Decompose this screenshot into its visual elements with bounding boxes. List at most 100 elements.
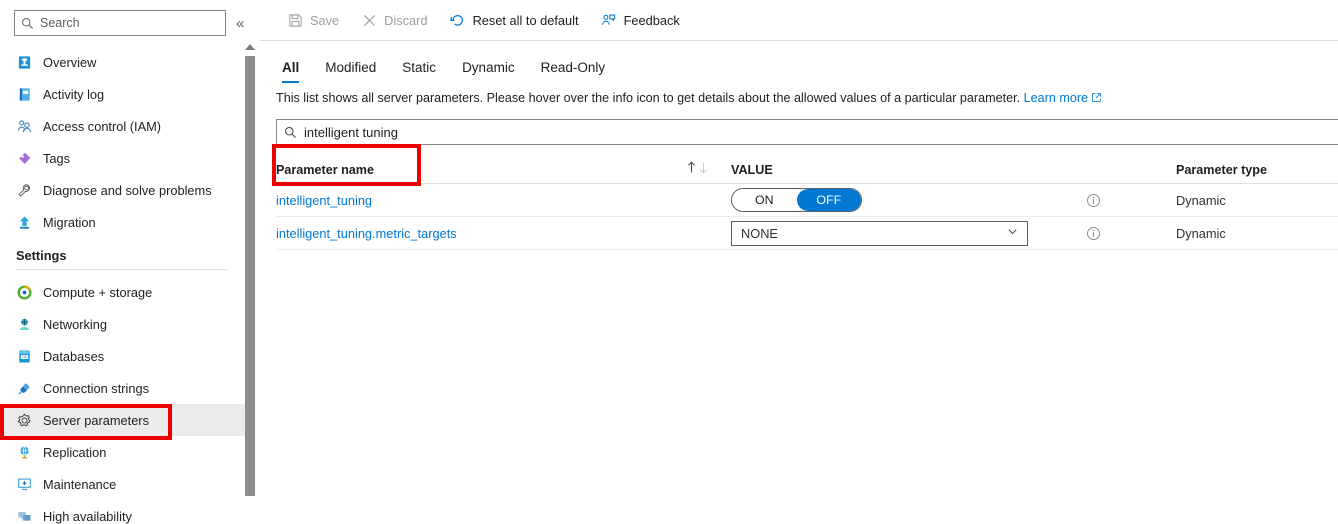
activity-log-icon bbox=[16, 86, 32, 102]
discard-label: Discard bbox=[384, 12, 428, 28]
feedback-icon bbox=[601, 12, 617, 28]
wrench-icon bbox=[16, 182, 32, 198]
header-parameter-name[interactable]: Parameter name bbox=[276, 163, 686, 177]
parameter-filter-tabs: All Modified Static Dynamic Read-Only bbox=[259, 41, 1338, 83]
sidebar-search-input[interactable]: Search bbox=[14, 10, 226, 36]
collapse-sidebar-icon[interactable]: « bbox=[236, 16, 244, 31]
parameter-type-cell: Dynamic bbox=[1176, 225, 1226, 241]
connection-strings-icon bbox=[16, 380, 32, 396]
parameter-value-cell: NONE bbox=[731, 220, 1076, 246]
toggle-option-on[interactable]: ON bbox=[732, 189, 797, 211]
search-icon bbox=[21, 17, 34, 30]
sort-toggle[interactable] bbox=[686, 161, 731, 179]
sidebar-item-label: Compute + storage bbox=[43, 284, 153, 300]
sidebar-item-label: Connection strings bbox=[43, 380, 149, 396]
external-link-icon bbox=[1091, 92, 1102, 106]
sidebar-item-networking[interactable]: Networking bbox=[0, 308, 259, 340]
sidebar-scrollbar[interactable] bbox=[245, 44, 255, 524]
sidebar-item-activity-log[interactable]: Activity log bbox=[0, 78, 259, 110]
chevron-down-icon[interactable] bbox=[1006, 225, 1019, 241]
access-control-icon bbox=[16, 118, 32, 134]
svg-text:DB: DB bbox=[22, 355, 26, 359]
maintenance-icon bbox=[16, 476, 32, 492]
sidebar-item-label: Migration bbox=[43, 214, 96, 230]
learn-more-link[interactable]: Learn more bbox=[1024, 91, 1088, 105]
discard-button[interactable]: Discard bbox=[350, 6, 438, 34]
sidebar-item-connection-strings[interactable]: Connection strings bbox=[0, 372, 259, 404]
scrollbar-thumb[interactable] bbox=[245, 56, 255, 496]
main-content: Save Discard Reset all to default Feedba… bbox=[259, 0, 1338, 524]
search-icon bbox=[284, 126, 297, 139]
feedback-button[interactable]: Feedback bbox=[590, 6, 691, 34]
command-toolbar: Save Discard Reset all to default Feedba… bbox=[259, 0, 1338, 41]
sidebar-item-replication[interactable]: Replication bbox=[0, 436, 259, 468]
scroll-up-arrow-icon[interactable] bbox=[245, 44, 255, 50]
sidebar-item-maintenance[interactable]: Maintenance bbox=[0, 468, 259, 500]
sort-descending-icon[interactable] bbox=[698, 161, 709, 179]
dropdown-selected-value: NONE bbox=[741, 225, 778, 241]
tab-static[interactable]: Static bbox=[389, 60, 449, 83]
sidebar-nav-list: Overview Activity log Access control (IA… bbox=[0, 44, 259, 524]
replication-globe-icon bbox=[16, 444, 32, 460]
reset-all-to-default-button[interactable]: Reset all to default bbox=[439, 6, 590, 34]
parameter-name-cell: intelligent_tuning.metric_targets bbox=[276, 226, 686, 241]
resource-sidebar: Search « Overview Activity log Access co… bbox=[0, 0, 259, 524]
sidebar-item-server-parameters[interactable]: Server parameters bbox=[0, 404, 247, 436]
sidebar-item-label: Databases bbox=[43, 348, 105, 364]
filter-row: intelligent tuning bbox=[259, 119, 1338, 145]
tab-read-only[interactable]: Read-Only bbox=[528, 60, 619, 83]
database-overview-icon bbox=[16, 54, 32, 70]
parameter-name-cell: intelligent_tuning bbox=[276, 193, 686, 208]
header-parameter-type[interactable]: Parameter type bbox=[1176, 163, 1338, 177]
parameter-name-link[interactable]: intelligent_tuning bbox=[276, 193, 372, 208]
parameter-info-cell bbox=[1076, 193, 1176, 208]
sidebar-item-overview[interactable]: Overview bbox=[0, 46, 259, 78]
parameter-search-value: intelligent tuning bbox=[304, 124, 398, 140]
sort-ascending-icon[interactable] bbox=[686, 161, 697, 179]
save-icon bbox=[287, 12, 303, 28]
networking-icon bbox=[16, 316, 32, 332]
sidebar-item-label: Maintenance bbox=[43, 476, 117, 492]
migration-icon bbox=[16, 214, 32, 230]
compute-storage-icon bbox=[16, 284, 32, 300]
sidebar-item-diagnose-and-solve-problems[interactable]: Diagnose and solve problems bbox=[0, 174, 259, 206]
sidebar-item-migration[interactable]: Migration bbox=[0, 206, 259, 238]
sidebar-item-label: Tags bbox=[43, 150, 71, 166]
info-icon[interactable] bbox=[1086, 193, 1101, 208]
sidebar-item-databases[interactable]: DB Databases bbox=[0, 340, 259, 372]
sidebar-item-label: Server parameters bbox=[43, 412, 149, 428]
sidebar-item-label: High availability bbox=[43, 508, 132, 524]
header-value[interactable]: VALUE bbox=[731, 163, 1076, 177]
sidebar-item-label: Diagnose and solve problems bbox=[43, 182, 212, 198]
feedback-label: Feedback bbox=[623, 12, 680, 28]
toggle-option-off[interactable]: OFF bbox=[796, 189, 861, 211]
reset-icon bbox=[450, 12, 466, 28]
table-row: intelligent_tuning.metric_targets NONE D… bbox=[276, 217, 1338, 250]
sidebar-item-compute-storage[interactable]: Compute + storage bbox=[0, 276, 259, 308]
intelligent-tuning-toggle[interactable]: ON OFF bbox=[731, 188, 862, 212]
metric-targets-dropdown[interactable]: NONE bbox=[731, 220, 1028, 246]
parameter-search-input[interactable]: intelligent tuning bbox=[276, 119, 1338, 145]
sidebar-item-label: Activity log bbox=[43, 86, 105, 102]
server-parameters-table: Parameter name VALUE Parameter type inte… bbox=[259, 157, 1338, 250]
parameter-type-cell: Dynamic bbox=[1176, 192, 1226, 208]
sidebar-item-label: Networking bbox=[43, 316, 108, 332]
tab-modified[interactable]: Modified bbox=[312, 60, 389, 83]
reset-label: Reset all to default bbox=[472, 12, 579, 28]
parameter-info-cell bbox=[1076, 226, 1176, 241]
sidebar-item-high-availability[interactable]: High availability bbox=[0, 500, 259, 524]
tab-dynamic[interactable]: Dynamic bbox=[449, 60, 528, 83]
sidebar-group-title-settings: Settings bbox=[16, 248, 67, 263]
save-label: Save bbox=[310, 12, 340, 28]
sidebar-search-placeholder: Search bbox=[40, 15, 80, 30]
parameter-value-cell: ON OFF bbox=[731, 188, 1076, 212]
info-icon[interactable] bbox=[1086, 226, 1101, 241]
sidebar-item-tags[interactable]: Tags bbox=[0, 142, 259, 174]
tab-all[interactable]: All bbox=[276, 60, 312, 83]
parameter-name-link[interactable]: intelligent_tuning.metric_targets bbox=[276, 226, 457, 241]
sidebar-search-row: Search « bbox=[0, 0, 259, 44]
gear-icon bbox=[16, 412, 32, 428]
azure-portal-server-parameters-page: Search « Overview Activity log Access co… bbox=[0, 0, 1338, 524]
sidebar-item-access-control[interactable]: Access control (IAM) bbox=[0, 110, 259, 142]
save-button[interactable]: Save bbox=[276, 6, 350, 34]
